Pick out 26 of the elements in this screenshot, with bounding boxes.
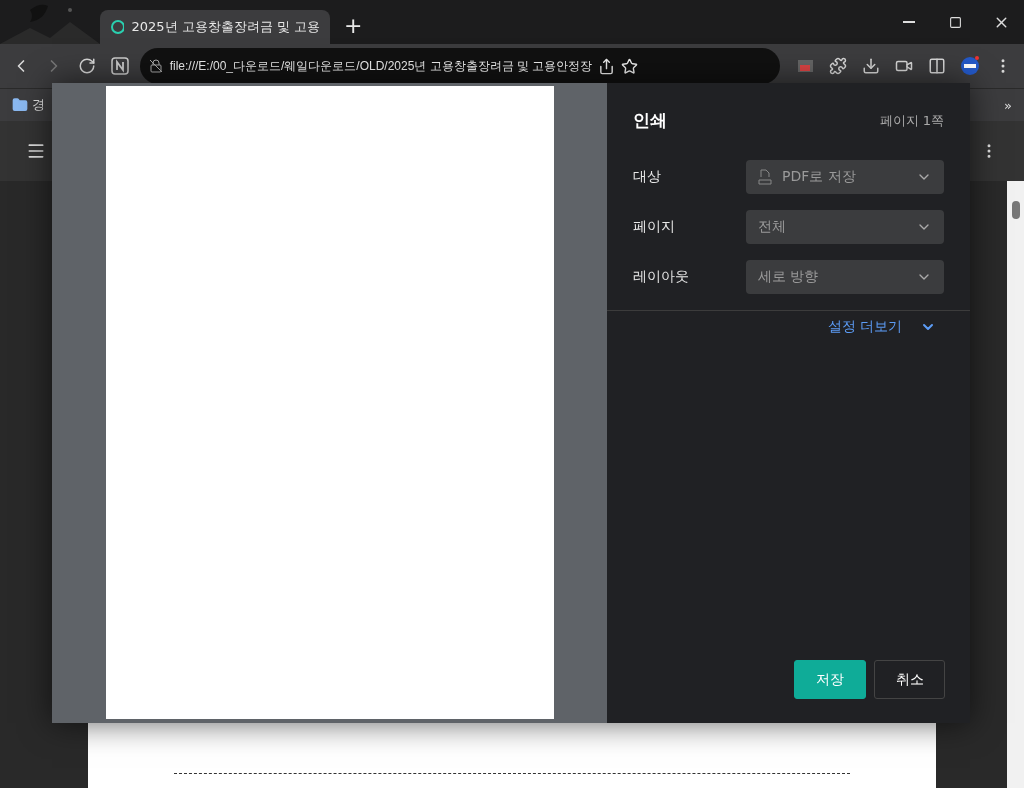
url-text: file:///E:/00_다운로드/웨일다운로드/OLD/2025년 고용창출장려금 및 고용안정장	[169, 57, 593, 75]
browser-tab[interactable]: 2025년 고용창출장려금 및 고용	[100, 10, 330, 44]
page-count: 페이지 1쪽	[879, 111, 944, 130]
bookmarks-overflow-button[interactable]: »	[1004, 97, 1012, 113]
minimize-icon	[903, 21, 915, 23]
setting-dropdown[interactable]: PDF로 저장	[746, 160, 944, 194]
setting-label: 레이아웃	[633, 268, 689, 286]
maximize-icon	[948, 15, 962, 29]
setting-label: 대상	[633, 168, 661, 186]
loading-ring-icon	[110, 19, 124, 35]
cancel-button[interactable]: 취소	[874, 660, 945, 699]
folder-icon	[12, 97, 28, 113]
dialog-title: 인쇄	[633, 109, 667, 132]
favorite-star-icon[interactable]	[621, 57, 639, 75]
address-bar[interactable]: file:///E:/00_다운로드/웨일다운로드/OLD/2025년 고용창출장려금 및 고용안정장	[139, 48, 780, 84]
setting-label: 페이지	[633, 218, 675, 236]
menu-icon[interactable]	[26, 141, 46, 161]
reload-icon	[78, 57, 97, 75]
setting-dropdown[interactable]: 세로 방향	[746, 260, 944, 294]
setting-dropdown[interactable]: 전체	[746, 210, 944, 244]
new-tab-button[interactable]: +	[344, 13, 363, 38]
lock-off-icon	[147, 58, 164, 74]
more-settings-link[interactable]: 설정 더보기	[821, 317, 942, 337]
tab-title: 2025년 고용창출장려금 및 고용	[131, 18, 320, 36]
share-icon[interactable]	[598, 57, 616, 75]
bookmark-link[interactable]: 경	[32, 96, 45, 114]
